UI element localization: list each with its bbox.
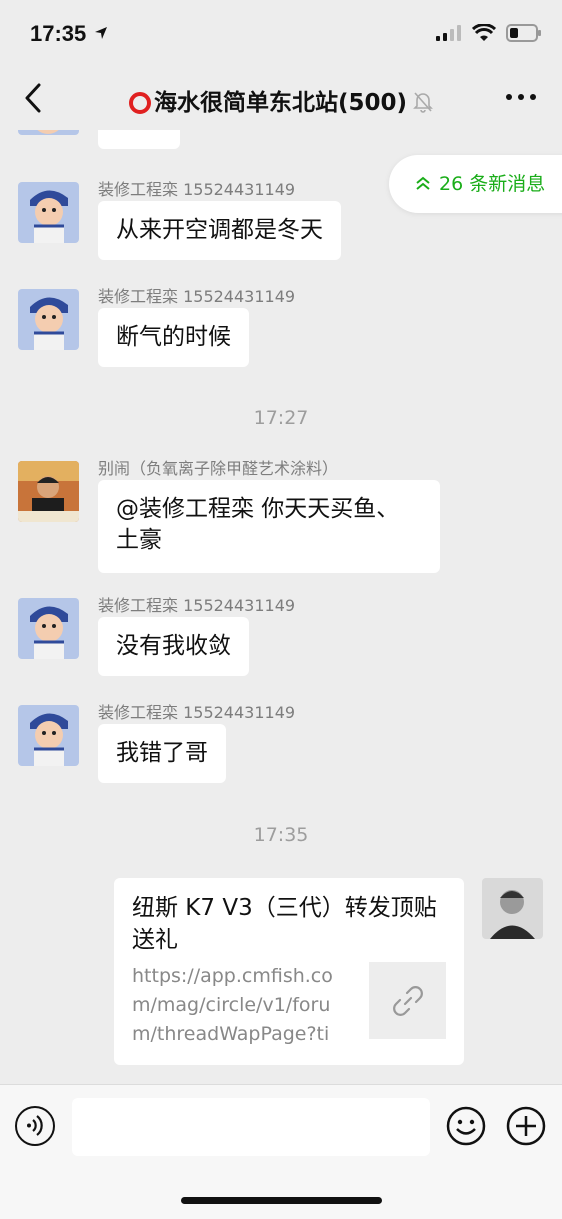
avatar[interactable] bbox=[18, 705, 79, 766]
message-bubble[interactable]: 断气的时候 bbox=[98, 308, 249, 367]
message-bubble[interactable]: 月是 bbox=[98, 130, 180, 149]
more-options-icon[interactable] bbox=[506, 94, 536, 100]
double-chevron-up-icon bbox=[416, 176, 430, 190]
battery-icon bbox=[506, 24, 541, 42]
message-input[interactable] bbox=[72, 1098, 430, 1156]
my-avatar[interactable] bbox=[482, 878, 543, 939]
avatar[interactable] bbox=[18, 289, 79, 350]
sender-name: 装修工程栾 15524431149 bbox=[98, 596, 296, 615]
plus-icon[interactable] bbox=[506, 1106, 546, 1146]
muted-bell-icon bbox=[413, 92, 433, 113]
new-messages-label: 26 条新消息 bbox=[439, 173, 546, 195]
red-circle-icon bbox=[128, 92, 151, 114]
time-divider: 17:35 bbox=[253, 824, 309, 846]
page-title: 海水很简单东北站(500) bbox=[0, 83, 562, 117]
emoji-icon[interactable] bbox=[446, 1106, 486, 1146]
avatar[interactable] bbox=[18, 182, 79, 243]
voice-input-icon[interactable] bbox=[15, 1106, 55, 1146]
sender-name: 别闹（负氧离子除甲醛艺术涂料） bbox=[98, 459, 339, 478]
link-thumbnail bbox=[369, 962, 446, 1039]
link-card-url: https://app.cmfish.com/mag/circle/v1/for… bbox=[132, 965, 333, 1045]
location-arrow-icon bbox=[95, 27, 108, 39]
sender-name: 装修工程栾 15524431149 bbox=[98, 287, 296, 306]
avatar[interactable] bbox=[18, 461, 79, 522]
message-bubble[interactable]: 我错了哥 bbox=[98, 724, 226, 783]
link-card-title: 纽斯 K7 V3（三代）转发顶贴送礼 bbox=[132, 895, 437, 953]
time-divider: 17:27 bbox=[253, 407, 309, 429]
wifi-icon bbox=[472, 24, 496, 41]
cellular-signal-icon bbox=[436, 25, 461, 41]
avatar[interactable] bbox=[18, 130, 79, 135]
new-messages-button[interactable]: 26 条新消息 bbox=[389, 155, 562, 213]
message-bubble[interactable]: @装修工程栾 你天天买鱼、土豪 bbox=[98, 480, 440, 573]
link-icon bbox=[392, 985, 423, 1016]
sender-name: 装修工程栾 15524431149 bbox=[98, 703, 296, 722]
group-name: 海水很简单东北站(500) bbox=[153, 90, 408, 116]
home-indicator bbox=[181, 1197, 382, 1204]
status-icons bbox=[436, 24, 542, 42]
avatar[interactable] bbox=[18, 598, 79, 659]
status-bar: 17:35 bbox=[0, 0, 562, 66]
status-time: 17:35 bbox=[30, 21, 108, 47]
sender-name: 装修工程栾 15524431149 bbox=[98, 180, 296, 199]
message-bubble[interactable]: 从来开空调都是冬天 bbox=[98, 201, 341, 260]
link-card[interactable]: 纽斯 K7 V3（三代）转发顶贴送礼 https://app.cmfish.co… bbox=[114, 878, 464, 1065]
nav-bar: 海水很简单东北站(500) bbox=[0, 66, 562, 130]
message-bubble[interactable]: 没有我收敛 bbox=[98, 617, 249, 676]
